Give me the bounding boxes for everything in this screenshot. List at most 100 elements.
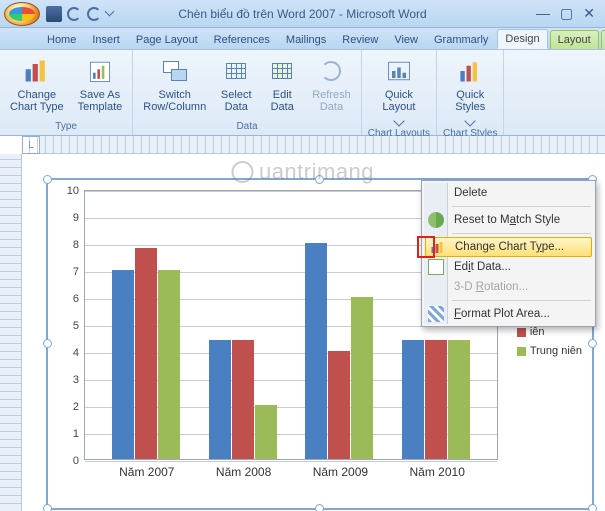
- bar[interactable]: [135, 248, 157, 459]
- bar-group[interactable]: [305, 243, 375, 459]
- grid-line: [85, 461, 497, 462]
- tab-insert[interactable]: Insert: [85, 31, 127, 49]
- bar[interactable]: [351, 297, 373, 459]
- spreadsheet-icon: [428, 259, 444, 275]
- bar[interactable]: [209, 340, 231, 459]
- tab-home[interactable]: Home: [40, 31, 83, 49]
- bar-group[interactable]: [402, 340, 472, 459]
- undo-icon[interactable]: [66, 6, 82, 22]
- bar-group[interactable]: [112, 248, 182, 459]
- button-label: Select Data: [221, 89, 252, 113]
- quick-styles-icon: [454, 55, 486, 87]
- bar-group[interactable]: [209, 340, 279, 459]
- menu-change-chart-type[interactable]: Change Chart Type...: [425, 237, 592, 257]
- bar[interactable]: [158, 270, 180, 459]
- y-axis-label: 3: [73, 374, 79, 386]
- ribbon-tabs: Home Insert Page Layout References Maili…: [0, 28, 605, 50]
- legend-item: iên: [517, 326, 582, 338]
- redo-icon[interactable]: [86, 6, 102, 22]
- tab-format[interactable]: Format: [601, 30, 605, 49]
- tab-design[interactable]: Design: [497, 29, 547, 49]
- bar[interactable]: [448, 340, 470, 459]
- document-title: Chèn biểu đồ trên Word 2007 - Microsoft …: [178, 7, 426, 21]
- button-label: Change Chart Type: [10, 89, 64, 113]
- y-axis-label: 8: [73, 239, 79, 251]
- context-menu: Delete Reset to Match Style Change Chart…: [421, 180, 596, 327]
- refresh-data-button[interactable]: Refresh Data: [308, 53, 355, 115]
- grid-icon: [220, 55, 252, 87]
- menu-delete[interactable]: Delete: [424, 183, 593, 203]
- edit-data-icon: [266, 55, 298, 87]
- resize-handle[interactable]: [588, 339, 597, 348]
- annotation-highlight: [417, 236, 435, 258]
- select-data-button[interactable]: Select Data: [216, 53, 256, 115]
- resize-handle[interactable]: [315, 504, 324, 511]
- window-titlebar: Chèn biểu đồ trên Word 2007 - Microsoft …: [0, 0, 605, 28]
- menu-reset-to-match-style[interactable]: Reset to Match Style: [424, 210, 593, 230]
- ribbon-body: Change Chart Type Save As Template Type …: [0, 50, 605, 136]
- ruler-ticks: [22, 136, 605, 153]
- y-axis-label: 5: [73, 320, 79, 332]
- group-label: Type: [55, 120, 77, 133]
- tab-layout[interactable]: Layout: [550, 30, 599, 49]
- menu-separator: [452, 300, 591, 301]
- bar[interactable]: [328, 351, 350, 459]
- resize-handle[interactable]: [315, 175, 324, 184]
- tab-pagelayout[interactable]: Page Layout: [129, 31, 205, 49]
- button-label: Refresh Data: [312, 89, 351, 113]
- save-as-template-button[interactable]: Save As Template: [74, 53, 127, 115]
- bar[interactable]: [425, 340, 447, 459]
- resize-handle[interactable]: [43, 339, 52, 348]
- legend-swatch: [517, 328, 526, 337]
- quick-access-toolbar: [46, 6, 113, 22]
- ribbon-group-data: Switch Row/Column Select Data Edit Data …: [133, 50, 362, 135]
- resize-handle[interactable]: [588, 504, 597, 511]
- tab-review[interactable]: Review: [335, 31, 385, 49]
- bar[interactable]: [232, 340, 254, 459]
- bar[interactable]: [112, 270, 134, 459]
- bar[interactable]: [255, 405, 277, 459]
- switch-row-column-button[interactable]: Switch Row/Column: [139, 53, 210, 115]
- format-icon: [428, 306, 444, 322]
- tab-mailings[interactable]: Mailings: [279, 31, 333, 49]
- x-axis-label: Năm 2008: [216, 465, 271, 479]
- tab-grammarly[interactable]: Grammarly: [427, 31, 495, 49]
- y-axis-label: 4: [73, 347, 79, 359]
- x-axis-label: Năm 2010: [410, 465, 465, 479]
- menu-edit-data[interactable]: Edit Data...: [424, 257, 593, 277]
- resize-handle[interactable]: [43, 175, 52, 184]
- qat-dropdown-icon[interactable]: [105, 7, 115, 17]
- window-controls: — ▢ ✕: [536, 5, 601, 22]
- button-label: Switch Row/Column: [143, 89, 206, 113]
- horizontal-ruler[interactable]: L: [22, 136, 605, 154]
- vertical-ruler[interactable]: [0, 154, 22, 511]
- reset-icon: [428, 212, 444, 228]
- legend-item: Trung niên: [517, 345, 582, 357]
- office-button[interactable]: [4, 2, 40, 26]
- quick-styles-button[interactable]: Quick Styles: [450, 53, 490, 127]
- menu-format-plot-area[interactable]: Format Plot Area...: [424, 304, 593, 324]
- minimize-button[interactable]: —: [536, 5, 550, 22]
- resize-handle[interactable]: [43, 504, 52, 511]
- edit-data-button[interactable]: Edit Data: [262, 53, 302, 115]
- ribbon-group-chart-styles: Quick Styles Chart Styles: [437, 50, 504, 135]
- maximize-button[interactable]: ▢: [560, 5, 573, 22]
- x-axis-label: Năm 2007: [119, 465, 174, 479]
- ruler-ticks: [0, 154, 21, 511]
- bar[interactable]: [305, 243, 327, 459]
- bar[interactable]: [402, 340, 424, 459]
- save-icon[interactable]: [46, 6, 62, 22]
- ribbon-group-chart-layouts: Quick Layout Chart Layouts: [362, 50, 437, 135]
- y-axis-label: 1: [73, 428, 79, 440]
- tab-references[interactable]: References: [207, 31, 277, 49]
- switch-icon: [159, 55, 191, 87]
- change-chart-type-button[interactable]: Change Chart Type: [6, 53, 68, 115]
- y-axis-label: 0: [73, 455, 79, 467]
- close-button[interactable]: ✕: [583, 5, 595, 22]
- button-label: Save As Template: [78, 89, 123, 113]
- quick-layout-button[interactable]: Quick Layout: [378, 53, 419, 127]
- group-label: Data: [236, 120, 257, 133]
- button-label: Edit Data: [271, 89, 294, 113]
- tab-view[interactable]: View: [387, 31, 425, 49]
- legend-label: iên: [530, 326, 545, 338]
